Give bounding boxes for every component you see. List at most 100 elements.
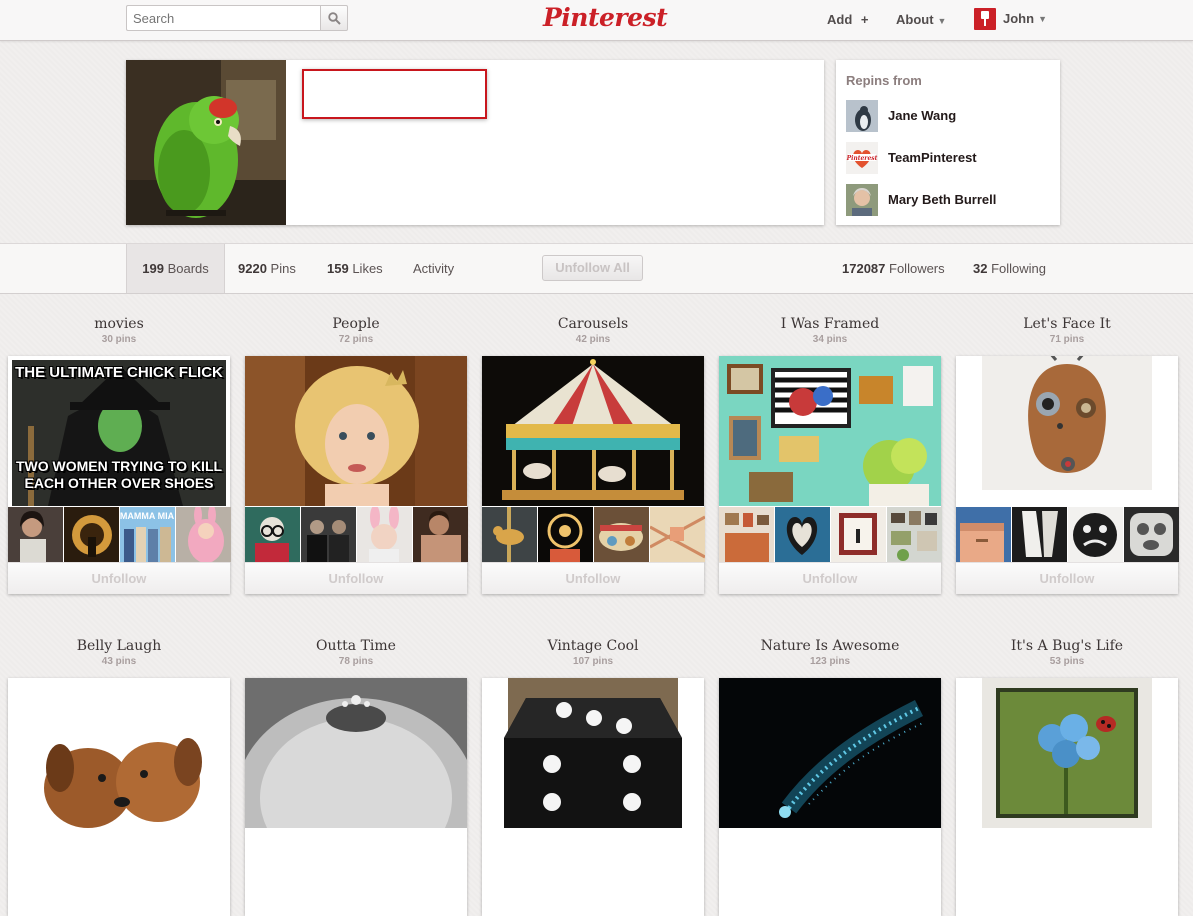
board-thumbnail[interactable]: [245, 507, 300, 562]
board-thumbnail[interactable]: [1124, 507, 1179, 562]
board-unfollow-button[interactable]: Unfollow: [8, 562, 230, 594]
repin-item[interactable]: Mary Beth Burrell: [846, 184, 1056, 216]
board-title[interactable]: Outta Time: [245, 638, 467, 654]
board-cover-image[interactable]: [956, 678, 1178, 828]
board-thumbnail[interactable]: [482, 507, 537, 562]
board-unfollow-button[interactable]: Unfollow: [482, 562, 704, 594]
repin-item[interactable]: Pinterest TeamPinterest: [846, 142, 1056, 174]
board-thumbnail[interactable]: MAMMA MIA: [120, 507, 175, 562]
board-cover-image[interactable]: [245, 678, 467, 828]
board-thumbnail[interactable]: [594, 507, 649, 562]
board-cover-image[interactable]: [719, 356, 941, 506]
profile-card: [126, 60, 824, 225]
board-cover-image[interactable]: THE ULTIMATE CHICK FLICK TWO WOMEN TRYIN…: [8, 356, 230, 506]
board-pin-count: 30 pins: [101, 334, 137, 345]
board-title[interactable]: People: [245, 316, 467, 332]
board-cover-image[interactable]: [482, 678, 704, 828]
board-thumbnail[interactable]: [887, 507, 942, 562]
board-card[interactable]: [245, 678, 467, 916]
board-card[interactable]: Unfollow: [719, 356, 942, 594]
activity-label: Activity: [413, 261, 455, 276]
plus-icon: +: [860, 12, 869, 27]
board-cover-image[interactable]: [956, 356, 1178, 506]
board-pin-count: 71 pins: [1049, 334, 1085, 345]
board-card[interactable]: [956, 678, 1178, 916]
unfollow-all-button[interactable]: Unfollow All: [542, 255, 643, 281]
board-thumbnail[interactable]: [1068, 507, 1123, 562]
board-thumbnail[interactable]: [301, 507, 356, 562]
board-title[interactable]: I Was Framed: [719, 316, 941, 332]
board-thumbnail[interactable]: [357, 507, 412, 562]
board-cover-image[interactable]: [8, 678, 230, 828]
board-pin-count: 123 pins: [809, 656, 851, 667]
board-thumbnail[interactable]: [956, 507, 1011, 562]
board-thumbnail[interactable]: [719, 507, 774, 562]
following-link[interactable]: 32 Following: [973, 244, 1046, 293]
board-card[interactable]: [482, 678, 704, 916]
svg-text:Pinterest: Pinterest: [846, 155, 878, 162]
search-bar: [126, 5, 348, 31]
repin-avatar-teampinterest: Pinterest: [846, 142, 878, 174]
board-thumbnail[interactable]: [64, 507, 119, 562]
board-thumbnail[interactable]: [413, 507, 468, 562]
board-pin-count: 34 pins: [812, 334, 848, 345]
board-card[interactable]: [8, 678, 230, 916]
about-label: About: [896, 12, 934, 27]
profile-photo-parrot[interactable]: [126, 60, 286, 225]
board-title[interactable]: Let's Face It: [956, 316, 1178, 332]
board-thumbnail[interactable]: [176, 507, 231, 562]
add-menu[interactable]: Add +: [827, 11, 869, 29]
board-thumbnail[interactable]: [831, 507, 886, 562]
repin-name: Mary Beth Burrell: [888, 192, 997, 207]
tab-boards[interactable]: 199 Boards: [126, 244, 225, 293]
boards-label: Boards: [167, 261, 209, 276]
board-unfollow-button[interactable]: Unfollow: [245, 562, 467, 594]
user-name: John: [1003, 11, 1035, 26]
repin-name: Jane Wang: [888, 108, 957, 123]
board-title[interactable]: Belly Laugh: [8, 638, 230, 654]
board-title[interactable]: Nature Is Awesome: [719, 638, 941, 654]
board-thumbnail[interactable]: [650, 507, 705, 562]
user-menu[interactable]: John ▼: [974, 8, 1047, 32]
board-title[interactable]: movies: [8, 316, 230, 332]
user-avatar: [974, 8, 996, 30]
board-thumbnail[interactable]: [775, 507, 830, 562]
search-input[interactable]: [126, 5, 320, 31]
repin-item[interactable]: Jane Wang: [846, 100, 1056, 132]
profile-stats-bar: 199 Boards 9220 Pins 159 Likes Activity …: [0, 243, 1193, 294]
board-pin-count: 72 pins: [338, 334, 374, 345]
board-card[interactable]: [719, 678, 941, 916]
search-button[interactable]: [320, 5, 348, 31]
caret-down-icon: ▼: [937, 16, 947, 26]
board-cover-image[interactable]: [719, 678, 941, 828]
tab-pins[interactable]: 9220 Pins: [238, 244, 296, 293]
followers-label: Followers: [889, 261, 945, 276]
tab-activity[interactable]: Activity: [413, 244, 454, 293]
board-thumbnail[interactable]: [1012, 507, 1067, 562]
cover-caption-bottom: TWO WOMEN TRYING TO KILL EACH OTHER OVER…: [15, 458, 223, 491]
cover-caption-top: THE ULTIMATE CHICK FLICK: [15, 364, 223, 381]
board-title[interactable]: Vintage Cool: [482, 638, 704, 654]
repins-title: Repins from: [846, 73, 922, 88]
likes-label: Likes: [352, 261, 383, 276]
pinterest-logo[interactable]: Pinterest: [543, 2, 668, 34]
followers-link[interactable]: 172087 Followers: [842, 244, 945, 293]
board-cover-image[interactable]: [482, 356, 704, 506]
board-title[interactable]: Carousels: [482, 316, 704, 332]
board-title[interactable]: It's A Bug's Life: [956, 638, 1178, 654]
board-pin-count: 53 pins: [1049, 656, 1085, 667]
board-thumbnails: [482, 507, 705, 562]
tab-likes[interactable]: 159 Likes: [327, 244, 383, 293]
board-card[interactable]: Unfollow: [956, 356, 1179, 594]
board-cover-image[interactable]: [245, 356, 467, 506]
board-unfollow-button[interactable]: Unfollow: [719, 562, 941, 594]
board-card[interactable]: THE ULTIMATE CHICK FLICK TWO WOMEN TRYIN…: [8, 356, 231, 594]
board-card[interactable]: Unfollow: [245, 356, 468, 594]
board-card[interactable]: Unfollow: [482, 356, 705, 594]
board-thumbnail[interactable]: [8, 507, 63, 562]
board-thumbnail[interactable]: [538, 507, 593, 562]
about-menu[interactable]: About ▼: [896, 11, 946, 29]
board-thumbnails: [956, 507, 1179, 562]
search-icon: [328, 12, 341, 25]
board-unfollow-button[interactable]: Unfollow: [956, 562, 1178, 594]
